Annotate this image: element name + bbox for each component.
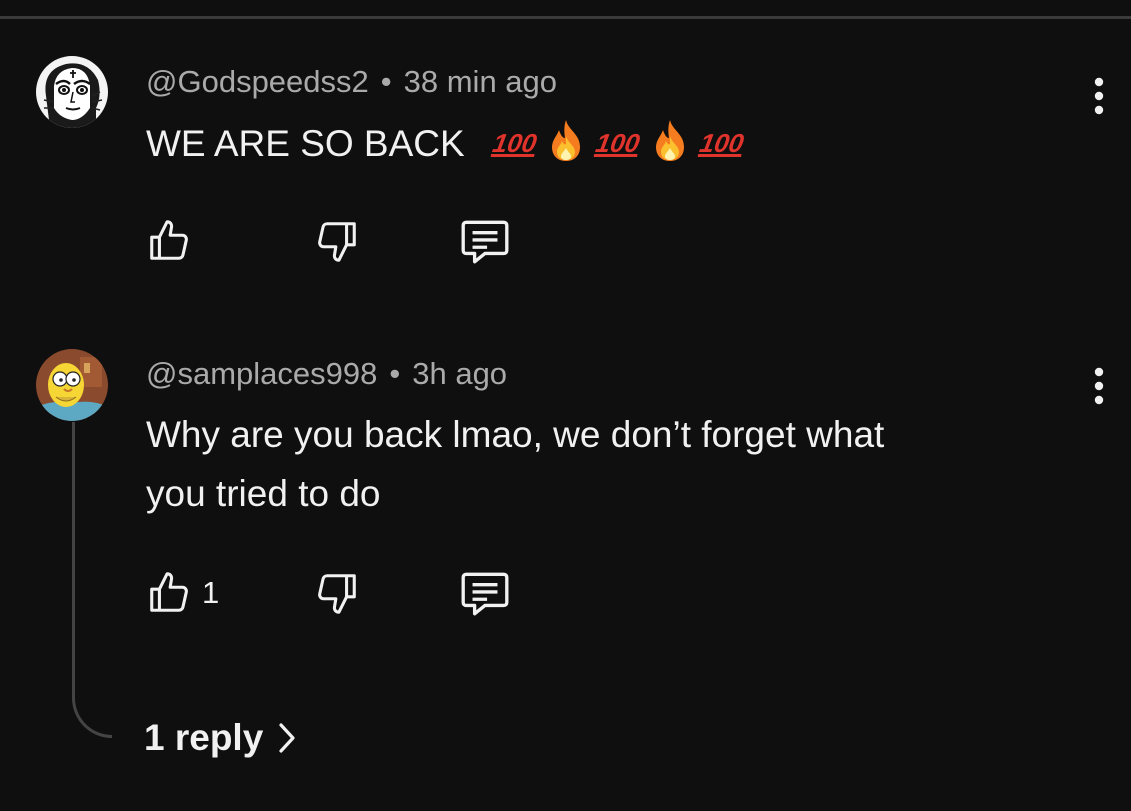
dislike-button[interactable] (314, 568, 360, 618)
more-vertical-icon (1094, 367, 1104, 405)
chevron-right-icon (279, 723, 295, 753)
reply-button[interactable] (458, 216, 512, 266)
comment-author-handle[interactable]: @Godspeedss2 (146, 64, 369, 99)
like-count: 1 (202, 575, 220, 610)
thumbs-up-icon (150, 572, 188, 612)
avatar-image-cartoon (36, 349, 108, 421)
thumbs-up-icon (150, 220, 188, 260)
hundred-points-emoji: 100 (593, 128, 643, 158)
fire-emoji (650, 118, 690, 179)
comment-text-line: Why are you back lmao, we don’t forget w… (146, 414, 885, 455)
meta-separator: • (389, 356, 401, 391)
avatar[interactable] (36, 349, 108, 421)
comment-header: @samplaces998 • 3h ago (146, 356, 507, 392)
like-button[interactable]: 1 (146, 568, 219, 618)
thumbs-down-icon (318, 222, 356, 262)
avatar-image-manga-face (36, 56, 108, 128)
more-actions-button[interactable] (1089, 366, 1109, 406)
avatar[interactable] (36, 56, 108, 128)
more-actions-button[interactable] (1089, 76, 1109, 116)
like-button[interactable] (146, 216, 202, 266)
meta-separator: • (380, 64, 392, 99)
reply-thread-line (72, 422, 112, 738)
comment-text-line: you tried to do (146, 473, 381, 514)
comment-author-handle[interactable]: @samplaces998 (146, 356, 377, 391)
comment-icon (461, 572, 509, 616)
comment-text: Why are you back lmao, we don’t forget w… (146, 405, 884, 523)
comment-header: @Godspeedss2 • 38 min ago (146, 64, 557, 100)
view-replies-button[interactable]: 1 reply (144, 712, 297, 764)
comment-text: WE ARE SO BACK 100 100 100 (146, 114, 749, 179)
hundred-points-emoji: 100 (697, 128, 746, 158)
comment-text-content: WE ARE SO BACK (146, 123, 465, 164)
hundred-points-emoji: 100 (490, 128, 540, 158)
comment-icon (461, 220, 509, 264)
thumbs-down-icon (318, 574, 356, 614)
comment-timestamp[interactable]: 3h ago (412, 356, 507, 391)
reply-button[interactable] (458, 568, 512, 618)
replies-count-label: 1 reply (144, 717, 264, 758)
comment-timestamp[interactable]: 38 min ago (404, 64, 557, 99)
dislike-button[interactable] (314, 216, 360, 266)
top-divider (0, 16, 1131, 19)
more-vertical-icon (1094, 77, 1104, 115)
fire-emoji (546, 118, 586, 179)
